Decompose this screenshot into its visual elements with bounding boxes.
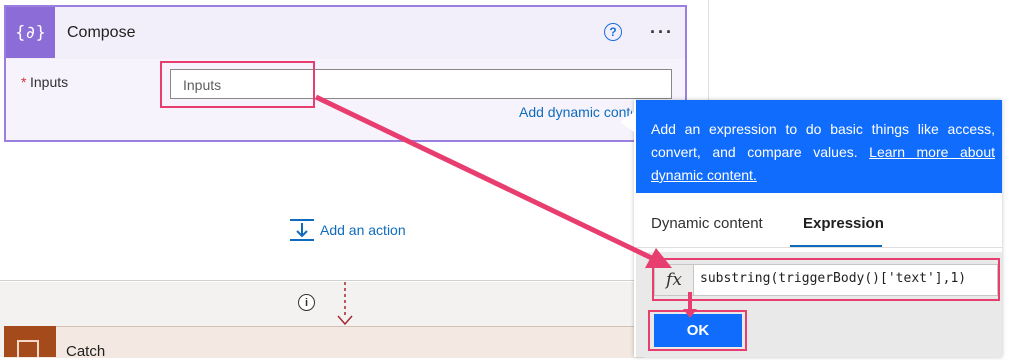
callout-arrow-ok: [683, 292, 697, 318]
callout-arrow-expression: [314, 94, 672, 268]
connector-arrow: [337, 282, 353, 326]
annotation-overlay: [314, 94, 697, 326]
